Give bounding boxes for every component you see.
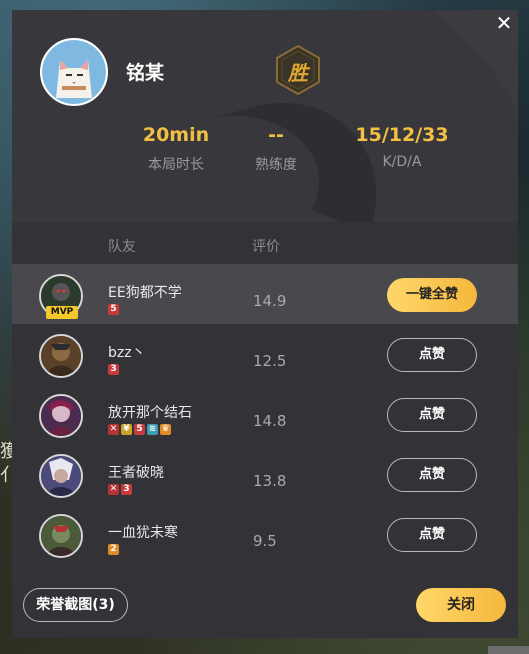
like-button[interactable]: 点赞 bbox=[387, 458, 477, 492]
teammate-rating: 14.9 bbox=[253, 292, 287, 310]
teammate-name: 放开那个结石 bbox=[108, 405, 192, 421]
hero-portrait-icon bbox=[41, 336, 81, 376]
hero-portrait bbox=[39, 334, 83, 378]
stat-label: 熟练度 bbox=[255, 157, 297, 173]
teammate-name: 一血犹未寒 bbox=[108, 525, 178, 541]
stat-label: K/D/A bbox=[382, 154, 422, 170]
streak-badge-icon: 5 bbox=[108, 304, 119, 315]
hero-portrait-icon bbox=[41, 456, 81, 496]
honor-screenshot-button[interactable]: 荣誉截图(3) bbox=[23, 588, 128, 622]
column-header-teammate: 队友 bbox=[108, 239, 136, 255]
achievement-badges: ✕ ¥ 5 ≋ ♛ bbox=[108, 424, 171, 436]
stat-value: 20min bbox=[142, 124, 210, 146]
tower-badge-icon: ≋ bbox=[147, 424, 158, 435]
column-header-rating: 评价 bbox=[252, 239, 280, 255]
hero-portrait bbox=[39, 454, 83, 498]
hero-portrait-icon bbox=[41, 396, 81, 436]
teammate-rating: 12.5 bbox=[253, 352, 287, 370]
like-button[interactable]: 点赞 bbox=[387, 518, 477, 552]
teammate-rating: 9.5 bbox=[253, 532, 277, 550]
teammate-row: bzz丶 3 12.5 点赞 bbox=[12, 324, 518, 384]
mvp-badge: MVP bbox=[46, 306, 78, 319]
stat-label: 本局时长 bbox=[148, 157, 204, 173]
streak-badge-icon: 5 bbox=[134, 424, 145, 435]
teammate-name: 王者破晓 bbox=[108, 465, 164, 481]
cat-avatar-icon bbox=[42, 40, 106, 104]
kill-badge-icon: ✕ bbox=[108, 484, 119, 495]
crown-badge-icon: ♛ bbox=[160, 424, 171, 435]
win-badge: 胜 bbox=[275, 44, 321, 96]
streak-badge-icon: 3 bbox=[108, 364, 119, 375]
dialog-header: ✕ 铭某 胜 20min 本局时长 -- 熟练度 15/12/33 K/D/A bbox=[12, 10, 518, 222]
close-icon[interactable]: ✕ bbox=[494, 13, 514, 33]
stat-value: 15/12/33 bbox=[355, 124, 449, 146]
teammate-name: bzz丶 bbox=[108, 345, 146, 361]
streak-badge-icon: 2 bbox=[108, 544, 119, 555]
streak-badge-icon: 3 bbox=[121, 484, 132, 495]
achievement-badges: 5 bbox=[108, 304, 119, 316]
hero-portrait-icon bbox=[41, 516, 81, 556]
win-badge-text: 胜 bbox=[288, 61, 308, 85]
like-all-button[interactable]: 一键全赞 bbox=[387, 278, 477, 312]
hero-portrait bbox=[39, 514, 83, 558]
like-button[interactable]: 点赞 bbox=[387, 338, 477, 372]
like-button[interactable]: 点赞 bbox=[387, 398, 477, 432]
hero-portrait bbox=[39, 394, 83, 438]
achievement-badges: 2 bbox=[108, 544, 119, 556]
teammate-rating: 13.8 bbox=[253, 472, 287, 490]
stat-kda: 15/12/33 K/D/A bbox=[342, 124, 462, 170]
gold-badge-icon: ¥ bbox=[121, 424, 132, 435]
close-button[interactable]: 关闭 bbox=[416, 588, 506, 622]
stat-proficiency: -- 熟练度 bbox=[236, 124, 316, 174]
teammate-row: 一血犹未寒 2 9.5 点赞 bbox=[12, 504, 518, 564]
stat-duration: 20min 本局时长 bbox=[118, 124, 234, 174]
match-result-dialog: ✕ 铭某 胜 20min 本局时长 -- 熟练度 15/12/33 K/D/A … bbox=[12, 10, 518, 638]
stat-value: -- bbox=[268, 124, 284, 146]
achievement-badges: ✕ 3 bbox=[108, 484, 132, 496]
player-name: 铭某 bbox=[126, 62, 165, 84]
window-corner bbox=[488, 646, 529, 654]
achievement-badges: 3 bbox=[108, 364, 119, 376]
teammate-rating: 14.8 bbox=[253, 412, 287, 430]
avatar bbox=[40, 38, 108, 106]
teammate-row: 放开那个结石 ✕ ¥ 5 ≋ ♛ 14.8 点赞 bbox=[12, 384, 518, 444]
teammate-row: 王者破晓 ✕ 3 13.8 点赞 bbox=[12, 444, 518, 504]
kill-badge-icon: ✕ bbox=[108, 424, 119, 435]
teammate-row: MVP EE狗都不学 5 14.9 一键全赞 bbox=[12, 264, 518, 324]
teammate-name: EE狗都不学 bbox=[108, 285, 182, 301]
